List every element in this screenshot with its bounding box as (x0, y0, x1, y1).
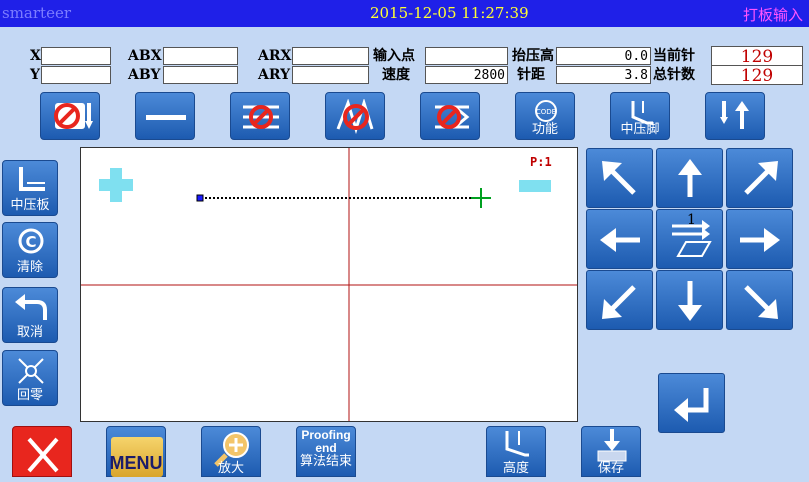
datetime-label: 2015-12-05 11:27:39 (370, 4, 529, 22)
x-label: X (30, 48, 41, 64)
presser-plate-button[interactable]: 中压板 (2, 160, 58, 216)
no-zigzag-button[interactable] (325, 92, 385, 140)
no-step-icon (435, 105, 470, 129)
no-stitch-icon (243, 105, 279, 129)
presser-plate-label: 中压板 (10, 198, 50, 213)
svg-text:C: C (25, 233, 36, 251)
return-home-button[interactable]: 回零 (2, 350, 58, 406)
proofing-end-button[interactable]: Proofing end 算法结束 (296, 426, 356, 477)
no-zigzag-icon (336, 99, 374, 135)
zoom-plus-icon[interactable] (99, 168, 133, 202)
y-label: Y (30, 67, 40, 83)
enter-button[interactable] (658, 373, 725, 433)
arrow-left-icon (600, 228, 640, 252)
middle-presser-foot-button[interactable]: 中压脚 (610, 92, 670, 140)
input-point-label: 输入点 (373, 48, 415, 64)
zoom-minus-icon[interactable] (519, 180, 551, 192)
aby-field[interactable] (163, 66, 238, 84)
arrow-up-right-icon (744, 161, 778, 195)
move-down-left-button[interactable] (586, 270, 653, 330)
arrow-up-icon (678, 159, 702, 197)
pattern-drawing (81, 148, 577, 421)
menu-label: MENU (109, 453, 163, 473)
abx-field[interactable] (163, 47, 238, 65)
current-needle-value: 129 (711, 46, 803, 67)
total-needles-value: 129 (711, 65, 803, 86)
ary-field[interactable] (292, 66, 369, 84)
y-field[interactable] (41, 66, 111, 84)
pattern-canvas[interactable]: P:1 (80, 147, 578, 422)
function-button[interactable]: CODE 功能 (515, 92, 575, 140)
ary-label: ARY (258, 67, 291, 83)
return-home-label: 回零 (16, 388, 43, 403)
current-needle-label: 当前针 (653, 48, 695, 64)
zoom-in-button[interactable]: 放大 (201, 426, 261, 477)
speed-field[interactable]: 2800 (425, 66, 508, 84)
move-up-left-button[interactable] (586, 148, 653, 208)
lift-height-label: 抬压高 (512, 48, 554, 64)
save-button[interactable]: 保存 (581, 426, 641, 477)
arrow-up-left-icon (602, 161, 636, 195)
move-up-button[interactable] (656, 148, 723, 208)
no-needle-button[interactable] (40, 92, 100, 140)
total-needles-label: 总针数 (653, 67, 695, 83)
arx-field[interactable] (292, 47, 369, 65)
aby-label: ABY (128, 67, 161, 83)
x-field[interactable] (41, 47, 111, 65)
straight-line-button[interactable] (135, 92, 195, 140)
move-up-right-button[interactable] (726, 148, 793, 208)
home-icon (18, 358, 44, 384)
stitch-length-field[interactable]: 3.8 (556, 66, 651, 84)
no-needle-icon (54, 103, 93, 129)
arx-label: ARX (258, 48, 292, 64)
abx-label: ABX (128, 48, 162, 64)
needle-up-button[interactable] (705, 92, 765, 140)
arrow-down-right-icon (744, 285, 778, 319)
brand-label: smarteer (2, 4, 71, 22)
move-center-button[interactable]: 1 (656, 209, 723, 269)
move-left-button[interactable] (586, 209, 653, 269)
title-bar: smarteer 2015-12-05 11:27:39 打板输入 (0, 0, 809, 27)
clear-icon: C (18, 228, 44, 254)
lift-height-field[interactable]: 0.0 (556, 47, 651, 65)
no-step-button[interactable] (420, 92, 480, 140)
zoom-in-label: 放大 (217, 461, 244, 476)
move-down-button[interactable] (656, 270, 723, 330)
stitch-length-label: 针距 (517, 67, 545, 83)
menu-button[interactable]: MENU (106, 426, 166, 477)
function-label: 功能 (531, 122, 558, 137)
needle-up-icon (720, 101, 749, 129)
undo-icon (15, 294, 47, 320)
move-right-button[interactable] (726, 209, 793, 269)
save-label: 保存 (597, 461, 624, 476)
proofing-end-label: Proofing end 算法结束 (299, 428, 352, 469)
line-icon (146, 115, 186, 120)
speed-label: 速度 (382, 67, 410, 83)
mode-label: 打板输入 (742, 6, 803, 24)
input-point-field[interactable] (425, 47, 508, 65)
presser-foot-label: 中压脚 (620, 122, 660, 137)
no-stitch-button[interactable] (230, 92, 290, 140)
step-count-label: 1 (687, 212, 696, 228)
clear-label: 清除 (16, 260, 43, 275)
svg-text:CODE: CODE (536, 108, 556, 116)
arrow-down-left-icon (602, 285, 636, 319)
close-icon (27, 437, 59, 473)
undo-button[interactable]: 取消 (2, 287, 58, 343)
enter-icon (674, 388, 709, 422)
page-label: P:1 (530, 155, 552, 169)
move-down-right-button[interactable] (726, 270, 793, 330)
height-button[interactable]: 高度 (486, 426, 546, 477)
clear-button[interactable]: C 清除 (2, 222, 58, 278)
presser-plate-icon (19, 167, 45, 191)
height-label: 高度 (502, 461, 529, 476)
close-button[interactable] (12, 426, 72, 477)
arrow-right-icon (740, 228, 780, 252)
undo-label: 取消 (16, 325, 43, 340)
arrow-down-icon (678, 281, 702, 321)
